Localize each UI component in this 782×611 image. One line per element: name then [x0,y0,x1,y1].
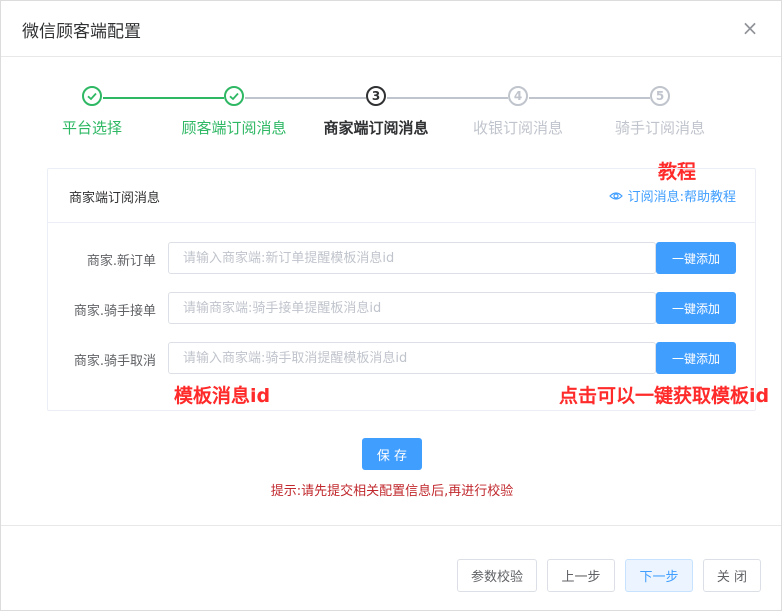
new-order-label: 商家.新订单 [86,254,156,269]
step-5-number: 5 [650,86,670,106]
help-link-text: 订阅消息:帮助教程 [627,190,736,205]
save-button[interactable]: 保 存 [362,438,422,470]
hint-text: 提示:请先提交相关配置信息后,再进行校验 [270,484,514,499]
verify-params-button[interactable]: 参数校验 [457,559,537,592]
form-row-rider-cancel: 商家.骑手取消 一键添加 [48,342,755,374]
step-2-label: 顾客端订阅消息 [181,119,287,137]
steps: 3 4 5 平台选择 顾客端订阅消息 商家端订阅消息 收银订阅消息 骑手订阅消息 [1,85,782,145]
step-connector-4 [529,97,650,99]
form-row-rider-accept: 商家.骑手接单 一键添加 [48,292,755,324]
annotation-template-id: 模板消息id [174,385,271,407]
step-4-label: 收银订阅消息 [472,119,564,137]
rider-cancel-add-button[interactable]: 一键添加 [656,342,736,374]
step-connector-1 [103,97,224,99]
config-dialog: 微信顾客端配置 × 3 4 5 平台选择 顾客端订阅消息 商家端订阅消息 收银订… [0,0,782,611]
step-1-check-icon [82,86,102,106]
form-row-new-order: 商家.新订单 一键添加 [48,242,755,274]
step-5-label: 骑手订阅消息 [614,119,706,137]
rider-accept-add-button[interactable]: 一键添加 [656,292,736,324]
close-icon[interactable]: × [739,17,761,39]
rider-cancel-template-input[interactable] [168,342,656,374]
step-connector-2 [245,97,366,99]
eye-icon [608,191,623,200]
prev-step-button[interactable]: 上一步 [547,559,615,592]
step-connector-3 [387,97,508,99]
step-4-number: 4 [508,86,528,106]
close-button[interactable]: 关 闭 [703,559,761,592]
dialog-footer: 参数校验 上一步 下一步 关 闭 [1,525,781,610]
card-title: 商家端订阅消息 [69,191,161,206]
dialog-title: 微信顾客端配置 [22,22,141,42]
new-order-template-input[interactable] [168,242,656,274]
dialog-header: 微信顾客端配置 × [1,1,781,57]
annotation-one-click: 点击可以一键获取模板id [559,385,770,407]
card-header: 商家端订阅消息 订阅消息:帮助教程 [48,169,755,223]
step-3-label: 商家端订阅消息 [323,119,429,137]
rider-accept-template-input[interactable] [168,292,656,324]
next-step-button[interactable]: 下一步 [625,559,693,592]
new-order-add-button[interactable]: 一键添加 [656,242,736,274]
step-2-check-icon [224,86,244,106]
config-card: 商家端订阅消息 订阅消息:帮助教程 商家.新订单 一键添加 商家.骑手接单 一键… [47,168,756,411]
step-1-label: 平台选择 [61,119,123,137]
help-tutorial-link[interactable]: 订阅消息:帮助教程 [608,186,736,205]
rider-accept-label: 商家.骑手接单 [73,304,156,319]
step-3-number: 3 [366,86,386,106]
rider-cancel-label: 商家.骑手取消 [73,354,156,369]
